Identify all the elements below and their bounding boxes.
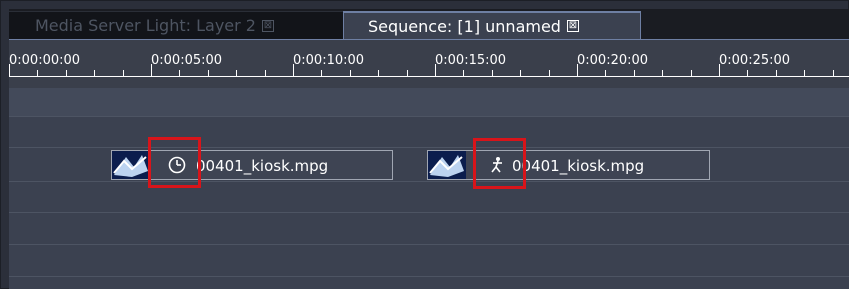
track-header-band (9, 88, 849, 116)
close-icon[interactable]: ⊠ (566, 20, 579, 32)
track-divider (9, 147, 849, 148)
timecode-label: 0:00:05:00 (151, 53, 223, 68)
track-divider (9, 276, 849, 277)
clip-filename: 00401_kiosk.mpg (512, 157, 645, 175)
track-divider (9, 212, 849, 213)
tab-label: Media Server Light: Layer 2 (35, 16, 256, 35)
tab-sequence-unnamed[interactable]: Sequence: [1] unnamed ⊠ (343, 11, 641, 39)
highlight-box (473, 138, 526, 189)
clip-thumbnail (428, 151, 466, 179)
timeline-tracks[interactable]: 00401_kiosk.mpg 00401_kiosk.mpg (9, 88, 849, 289)
timecode-label: 0:00:10:00 (293, 53, 365, 68)
tab-media-server-light-layer-2[interactable]: Media Server Light: Layer 2 ⊠ (9, 11, 343, 39)
timeline-clip[interactable]: 00401_kiosk.mpg (427, 150, 710, 180)
timecode-label: 0:00:20:00 (577, 53, 649, 68)
sequence-window: Media Server Light: Layer 2 ⊠ Sequence: … (0, 0, 849, 289)
clip-thumbnail (112, 151, 150, 179)
track-divider (9, 244, 849, 245)
timecode-label: 0:00:15:00 (435, 53, 507, 68)
track-divider (9, 116, 849, 117)
tab-bar: Media Server Light: Layer 2 ⊠ Sequence: … (9, 9, 849, 39)
highlight-box (148, 137, 201, 188)
timecode-label: 0:00:00:00 (9, 53, 81, 68)
timeline-ruler[interactable]: 0:00:00:00 0:00:05:00 0:00:10:00 0:00:15… (9, 39, 849, 88)
timecode-label: 0:00:25:00 (719, 53, 791, 68)
clip-filename: 00401_kiosk.mpg (196, 157, 329, 175)
track-divider (9, 181, 849, 182)
close-icon[interactable]: ⊠ (261, 19, 274, 32)
tab-label: Sequence: [1] unnamed (368, 16, 561, 36)
